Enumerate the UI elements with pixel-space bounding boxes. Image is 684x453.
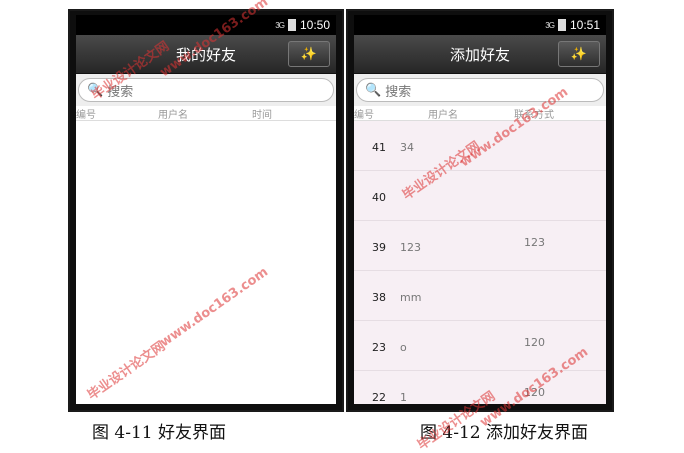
status-time: 10:50 xyxy=(299,18,330,32)
caption-right: 图 4-12 添加好友界面 xyxy=(420,423,588,443)
row-id: 23 xyxy=(372,341,386,354)
row-username: mm xyxy=(400,291,422,304)
search-bar: 🔍 搜索 xyxy=(354,74,606,106)
wand-icon: ✨ xyxy=(300,46,318,62)
title-bar: 添加好友 ✨ xyxy=(354,35,606,74)
row-id: 40 xyxy=(372,191,386,204)
status-time: 10:51 xyxy=(569,18,600,32)
column-username: 用户名 xyxy=(158,110,188,121)
add-friend-screen: 3G 10:51 添加好友 ✨ 🔍 搜索 编号 用户名 联系方式 41 34 4… xyxy=(354,15,606,404)
list-item[interactable]: 38 mm xyxy=(354,271,606,321)
signal-icon: 3G xyxy=(545,20,555,30)
list-item[interactable]: 40 xyxy=(354,171,606,221)
search-placeholder: 搜索 xyxy=(107,84,134,100)
search-icon: 🔍 xyxy=(365,82,382,98)
row-username: o xyxy=(400,341,407,354)
search-input[interactable]: 🔍 搜索 xyxy=(78,78,334,102)
row-id: 39 xyxy=(372,241,386,254)
column-headers: 编号 用户名 联系方式 xyxy=(354,106,606,121)
column-contact: 联系方式 xyxy=(514,110,554,121)
list-item[interactable]: 23 o 120 xyxy=(354,321,606,371)
column-username: 用户名 xyxy=(428,110,458,121)
row-contact: 120 xyxy=(524,336,545,349)
row-id: 38 xyxy=(372,291,386,304)
friends-screen: 3G 10:50 我的好友 ✨ 🔍 搜索 编号 用户名 时间 xyxy=(76,15,336,404)
search-placeholder: 搜索 xyxy=(385,84,412,100)
column-id: 编号 xyxy=(76,110,96,121)
wand-button[interactable]: ✨ xyxy=(288,41,330,67)
row-username: 34 xyxy=(400,141,414,154)
friend-list: 41 34 40 39 123 123 38 mm 23 o 120 22 1 … xyxy=(354,121,606,404)
search-icon: 🔍 xyxy=(87,82,104,98)
status-bar: 3G 10:50 xyxy=(76,15,336,35)
phone-frame-friends: 3G 10:50 我的好友 ✨ 🔍 搜索 编号 用户名 时间 xyxy=(68,9,344,412)
column-time: 时间 xyxy=(252,110,272,121)
list-item[interactable]: 22 1 120 xyxy=(354,371,606,404)
wand-button[interactable]: ✨ xyxy=(558,41,600,67)
title-bar: 我的好友 ✨ xyxy=(76,35,336,74)
column-id: 编号 xyxy=(354,110,374,121)
row-username: 1 xyxy=(400,391,407,404)
status-bar: 3G 10:51 xyxy=(354,15,606,35)
search-bar: 🔍 搜索 xyxy=(76,74,336,106)
caption-left: 图 4-11 好友界面 xyxy=(92,423,226,443)
page-title: 添加好友 xyxy=(449,45,510,64)
battery-icon xyxy=(557,19,566,31)
row-contact: 123 xyxy=(524,236,545,249)
row-id: 41 xyxy=(372,141,386,154)
wand-icon: ✨ xyxy=(570,46,588,62)
row-contact: 120 xyxy=(524,386,545,399)
signal-icon: 3G xyxy=(275,20,285,30)
phone-frame-add-friend: 3G 10:51 添加好友 ✨ 🔍 搜索 编号 用户名 联系方式 41 34 4… xyxy=(346,9,614,412)
search-input[interactable]: 🔍 搜索 xyxy=(356,78,604,102)
list-item[interactable]: 41 34 xyxy=(354,121,606,171)
row-id: 22 xyxy=(372,391,386,404)
column-headers: 编号 用户名 时间 xyxy=(76,106,336,121)
battery-icon xyxy=(287,19,296,31)
page-title: 我的好友 xyxy=(175,45,236,64)
row-username: 123 xyxy=(400,241,421,254)
list-item[interactable]: 39 123 123 xyxy=(354,221,606,271)
